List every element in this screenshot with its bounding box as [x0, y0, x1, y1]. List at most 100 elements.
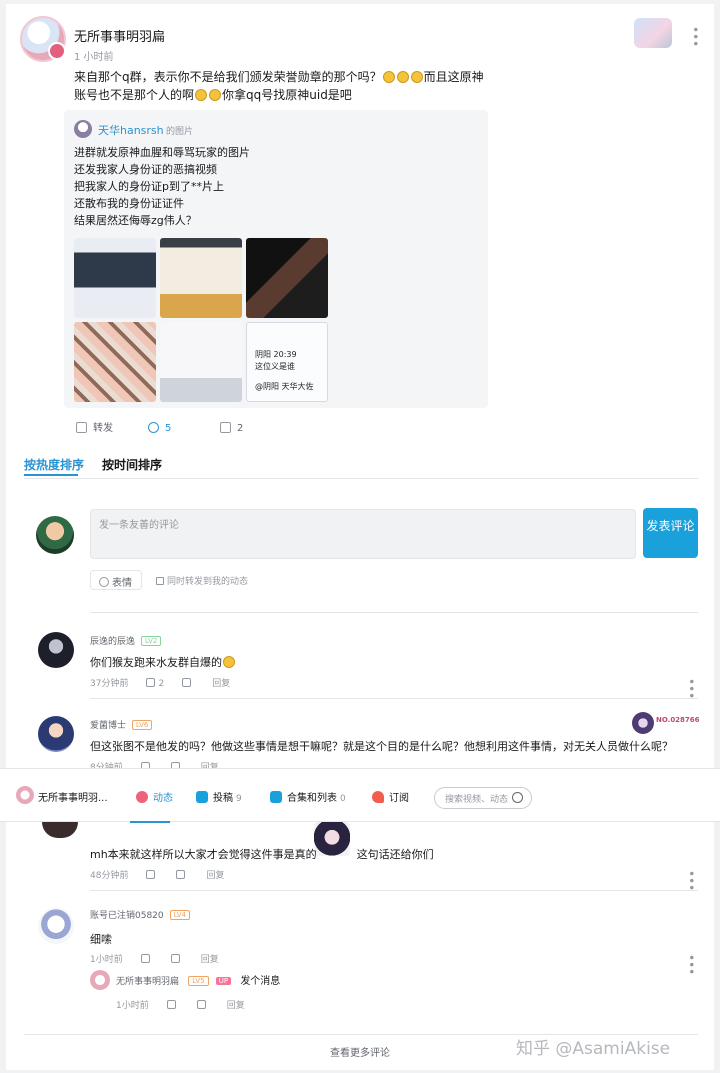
comment-meta: 37分钟前 2 回复	[90, 678, 231, 689]
laugh-emoji-icon	[382, 71, 395, 83]
active-tab-underline	[24, 474, 78, 476]
comment-text: 你们猴友跑来水友群自爆的	[90, 654, 236, 670]
quoted-image[interactable]	[74, 322, 156, 402]
quoted-type-label: 的图片	[166, 127, 194, 137]
comment-more-icon[interactable]: •••	[684, 954, 698, 975]
search-icon[interactable]	[512, 792, 523, 803]
nav-username[interactable]: 无所事事明羽...	[38, 789, 108, 804]
comment-meta: 48分钟前 回复	[90, 870, 225, 881]
fan-badge: NO.028766	[632, 712, 700, 734]
comment-more-icon[interactable]: •••	[684, 870, 698, 891]
comment-more-icon[interactable]: •••	[684, 678, 698, 699]
reply-button[interactable]: 回复	[212, 679, 230, 689]
reply-meta: 1小时前 回复	[116, 1000, 245, 1011]
quoted-image[interactable]: 阴阳 20:39 这位义是谁 @阴阳 天华大佐	[246, 322, 328, 402]
thumbs-up-icon	[146, 870, 156, 879]
active-tab-underline	[130, 821, 170, 823]
comment-dislike-button[interactable]	[170, 954, 183, 965]
comment-dislike-button[interactable]	[182, 678, 194, 689]
reply-avatar[interactable]	[90, 970, 110, 990]
tab-subscribe[interactable]: 订阅	[372, 789, 409, 804]
thumbs-down-icon	[182, 678, 192, 687]
thumbs-up-icon	[166, 1000, 176, 1009]
thumbs-down-icon	[170, 954, 180, 963]
sub-reply: 无所事事明羽扁 LV5 UP 发个消息	[116, 976, 281, 987]
repost-icon	[76, 422, 87, 433]
thumbs-up-icon	[220, 422, 231, 433]
comment-dislike-button[interactable]	[196, 1000, 209, 1011]
comment-action[interactable]: 5	[148, 416, 171, 435]
comment-meta: 1小时前 回复	[90, 954, 219, 965]
tab-dynamic[interactable]: 动态	[136, 789, 173, 804]
decoration-badge	[634, 18, 672, 48]
tab-collections[interactable]: 合集和列表 0	[270, 789, 346, 804]
comment-like-button[interactable]	[166, 1000, 179, 1011]
profile-navbar: 无所事事明羽... 动态 投稿 9 合集和列表 0 订阅 搜索视频、动态	[0, 768, 720, 823]
heart-icon	[372, 791, 384, 803]
watermark: 知乎 @AsamiAkise	[516, 1039, 671, 1059]
divider	[90, 890, 698, 891]
comment-text: 细嗦	[90, 933, 112, 946]
comment-like-button[interactable]: 2	[146, 678, 164, 689]
quoted-image[interactable]	[246, 238, 328, 318]
reply-button[interactable]: 回复	[206, 871, 224, 881]
quoted-image[interactable]	[160, 238, 242, 318]
emoji-button[interactable]: 表情	[90, 570, 142, 590]
author-name[interactable]: 无所事事明羽扁	[74, 26, 165, 45]
nav-avatar[interactable]	[16, 786, 34, 804]
commenter-avatar[interactable]	[38, 908, 74, 944]
thumbs-down-icon	[196, 1000, 206, 1009]
post-card: 无所事事明羽扁 1 小时前 ••• 来自那个q群，表示你不是给我们颁发荣誉勋章的…	[6, 4, 714, 1070]
smile-icon	[99, 577, 109, 587]
more-options-icon[interactable]: •••	[688, 26, 702, 47]
quoted-post[interactable]: 天华hansrsh 的图片 进群就发原神血腥和辱骂玩家的图片 还发我家人身份证的…	[64, 110, 488, 408]
quoted-text: 进群就发原神血腥和辱骂玩家的图片 还发我家人身份证的恶搞视频 把我家人的身份证p…	[74, 146, 250, 227]
commenter-avatar[interactable]	[38, 716, 74, 752]
checkbox-icon	[156, 577, 164, 585]
divider	[24, 478, 698, 479]
repost-action[interactable]: 转发	[76, 416, 113, 435]
collection-icon	[270, 791, 282, 803]
quoted-image[interactable]	[74, 238, 156, 318]
quoted-image[interactable]	[160, 322, 242, 402]
laugh-emoji-icon	[195, 89, 208, 101]
thumbs-down-icon	[176, 870, 186, 879]
repost-checkbox[interactable]: 同时转发到我的动态	[156, 574, 248, 587]
reply-button[interactable]: 回复	[201, 955, 219, 965]
comment-like-button[interactable]	[146, 870, 158, 881]
divider	[90, 698, 698, 699]
thumbs-up-icon	[140, 954, 150, 963]
quoted-user-avatar[interactable]	[74, 120, 92, 138]
thumbs-up-icon	[146, 678, 156, 687]
commenter-avatar[interactable]	[38, 632, 74, 668]
reply-button[interactable]: 回复	[227, 1001, 245, 1011]
commenter-name[interactable]: 账号已注销05820 LV4	[90, 908, 191, 921]
sort-by-hot-tab[interactable]: 按热度排序	[24, 456, 84, 473]
video-icon	[196, 791, 208, 803]
reply-text: 发个消息	[240, 976, 281, 987]
laugh-emoji-icon	[410, 71, 423, 83]
commenter-avatar[interactable]	[42, 822, 78, 838]
comment-like-button[interactable]	[140, 954, 153, 965]
send-comment-button[interactable]: 发表评论	[643, 508, 698, 558]
comment-text: mh本来就这样所以大家才会觉得这件事是真的 这句话还给你们	[90, 848, 434, 861]
up-tag: UP	[215, 977, 232, 985]
post-time: 1 小时前	[74, 52, 114, 63]
quoted-user-name[interactable]: 天华hansrsh	[98, 122, 164, 138]
commenter-name[interactable]: 辰逸的辰逸 LV2	[90, 634, 162, 647]
divider	[90, 612, 698, 613]
commenter-name[interactable]: 爱菌博士 LV6	[90, 718, 153, 731]
profile-search-input[interactable]: 搜索视频、动态	[434, 787, 532, 809]
comment-icon	[148, 422, 159, 433]
author-avatar[interactable]	[20, 16, 66, 62]
post-text: 来自那个q群，表示你不是给我们颁发荣誉勋章的那个吗？ 而且这原神账号也不是那个人的…	[74, 70, 484, 102]
laugh-emoji-icon	[396, 71, 409, 83]
sort-by-time-tab[interactable]: 按时间排序	[102, 456, 162, 473]
comment-input[interactable]: 发一条友善的评论	[90, 509, 636, 559]
tab-submissions[interactable]: 投稿 9	[196, 789, 242, 804]
comment-text: 但这张图不是他发的吗？他做这些事情是想干嘛呢？就是这个目的是什么呢？他想利用这件…	[90, 740, 673, 753]
laugh-emoji-icon	[209, 89, 222, 101]
comment-dislike-button[interactable]	[176, 870, 188, 881]
my-avatar	[36, 516, 74, 554]
like-action[interactable]: 2	[220, 416, 243, 435]
